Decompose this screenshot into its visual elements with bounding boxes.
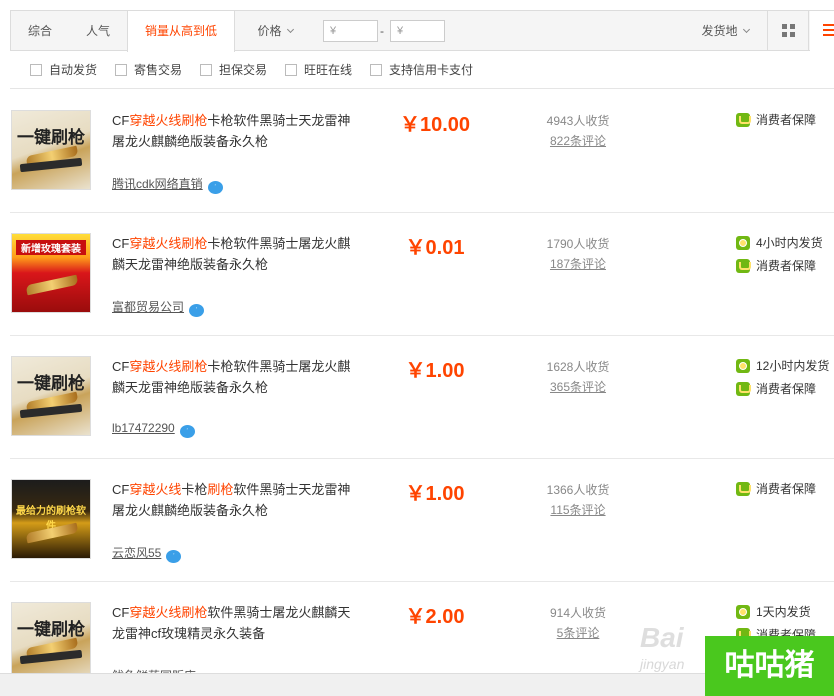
sales-count: 1628人收货 bbox=[546, 360, 610, 374]
price-max-input[interactable]: ¥ bbox=[390, 20, 445, 42]
filter-label: 寄售交易 bbox=[134, 63, 183, 77]
service-badges: 消费者保障 bbox=[736, 112, 816, 135]
shield-icon bbox=[736, 381, 751, 396]
watermark-logo: 咕咕猪 bbox=[705, 636, 834, 696]
tab-price-label: 价格 bbox=[257, 24, 282, 38]
product-price: ￥2.00 bbox=[405, 606, 465, 628]
product-title[interactable]: CF穿越火线刷枪卡枪软件黑骑士屠龙火麒麟天龙雷神绝版装备永久枪 bbox=[112, 233, 352, 275]
list-item: 最给力的刷枪软件 CF穿越火线卡枪刷枪软件黑骑士天龙雷神屠龙火麒麟绝版装备永久枪… bbox=[10, 459, 834, 582]
filter-label: 支持信用卡支付 bbox=[389, 63, 474, 77]
price-separator: - bbox=[380, 24, 384, 38]
price-min-input[interactable]: ¥ bbox=[323, 20, 378, 42]
reviews-link[interactable]: 115条评论 bbox=[528, 501, 628, 518]
filter-auto-delivery[interactable]: 自动发货 bbox=[30, 51, 97, 89]
list-item: 新增玫瑰套装 CF穿越火线刷枪卡枪软件黑骑士屠龙火麒麟天龙雷神绝版装备永久枪 富… bbox=[10, 213, 834, 336]
checkbox[interactable] bbox=[285, 63, 297, 76]
thumbnail-caption: 一键刷枪 bbox=[17, 374, 85, 393]
list-item: 一键刷枪 CF穿越火线刷枪卡枪软件黑骑士屠龙火麒麟天龙雷神绝版装备永久枪 lb1… bbox=[10, 336, 834, 459]
shop-link[interactable]: lb17472290 ʾ bbox=[112, 421, 195, 438]
checkbox[interactable] bbox=[115, 63, 127, 76]
ship-from-dropdown[interactable]: 发货地 bbox=[683, 11, 768, 51]
product-title[interactable]: CF穿越火线刷枪卡枪软件黑骑士天龙雷神屠龙火麒麟绝版装备永久枪 bbox=[112, 110, 352, 152]
filter-credit-card[interactable]: 支持信用卡支付 bbox=[370, 51, 473, 89]
product-price: ￥10.00 bbox=[399, 114, 471, 136]
reviews-link[interactable]: 5条评论 bbox=[528, 624, 628, 641]
tab-comprehensive[interactable]: 综合 bbox=[11, 11, 69, 51]
clock-icon bbox=[736, 604, 750, 619]
shop-link[interactable]: 腾讯cdk网络直销 ʾ bbox=[112, 175, 223, 194]
filter-escrow[interactable]: 担保交易 bbox=[200, 51, 267, 89]
ship-from-label: 发货地 bbox=[701, 24, 738, 38]
thumbnail-caption: 一键刷枪 bbox=[17, 128, 85, 147]
service-badges: 12小时内发货 消费者保障 bbox=[736, 358, 829, 404]
service-badges: 消费者保障 bbox=[736, 481, 816, 504]
checkbox[interactable] bbox=[30, 63, 42, 76]
filter-label: 自动发货 bbox=[49, 63, 98, 77]
thumbnail-caption: 新增玫瑰套装 bbox=[16, 240, 86, 255]
sales-count: 4943人收货 bbox=[546, 114, 610, 128]
reviews-link[interactable]: 187条评论 bbox=[528, 255, 628, 272]
wangwang-chat-icon[interactable]: ʾ bbox=[179, 425, 195, 438]
wangwang-chat-icon[interactable]: ʾ bbox=[189, 304, 205, 317]
filter-bar: 自动发货 寄售交易 担保交易 旺旺在线 支持信用卡支付 bbox=[10, 51, 834, 89]
product-title[interactable]: CF穿越火线卡枪刷枪软件黑骑士天龙雷神屠龙火麒麟绝版装备永久枪 bbox=[112, 479, 352, 521]
shield-icon bbox=[736, 112, 751, 127]
chevron-down-icon bbox=[286, 25, 294, 34]
product-thumbnail[interactable]: 一键刷枪 bbox=[11, 602, 91, 682]
checkbox[interactable] bbox=[370, 63, 382, 76]
sales-count: 1790人收货 bbox=[546, 237, 610, 251]
wangwang-chat-icon[interactable]: ʾ bbox=[166, 550, 182, 563]
badge-delivery-time[interactable]: 1天内发货 bbox=[736, 604, 816, 625]
product-thumbnail[interactable]: 最给力的刷枪软件 bbox=[11, 479, 91, 559]
filter-label: 担保交易 bbox=[219, 63, 268, 77]
reviews-link[interactable]: 822条评论 bbox=[528, 132, 628, 149]
service-badges: 4小时内发货 消费者保障 bbox=[736, 235, 823, 281]
product-thumbnail[interactable]: 新增玫瑰套装 bbox=[11, 233, 91, 313]
grid-view-button[interactable] bbox=[769, 11, 809, 51]
badge-consumer-guarantee[interactable]: 消费者保障 bbox=[736, 381, 829, 402]
badge-delivery-time[interactable]: 12小时内发货 bbox=[736, 358, 829, 379]
product-price: ￥1.00 bbox=[405, 360, 465, 382]
shield-icon bbox=[736, 258, 751, 273]
watermark-baidu: Bai bbox=[640, 622, 684, 653]
filter-label: 旺旺在线 bbox=[304, 63, 353, 77]
tab-popularity[interactable]: 人气 bbox=[69, 11, 127, 51]
shield-icon bbox=[736, 481, 751, 496]
product-thumbnail[interactable]: 一键刷枪 bbox=[11, 356, 91, 436]
clock-icon bbox=[736, 235, 750, 250]
tab-price[interactable]: 价格 bbox=[235, 11, 315, 51]
list-item: 一键刷枪 CF穿越火线刷枪卡枪软件黑骑士天龙雷神屠龙火麒麟绝版装备永久枪 腾讯c… bbox=[10, 90, 834, 213]
list-view-button[interactable] bbox=[810, 11, 834, 51]
shop-link[interactable]: 云恋风55 ʾ bbox=[112, 544, 182, 563]
sort-bar: 综合 人气 销量从高到低 价格 ¥ - ¥ 发货地 bbox=[10, 10, 834, 52]
tab-sales-desc[interactable]: 销量从高到低 bbox=[127, 11, 235, 52]
reviews-link[interactable]: 365条评论 bbox=[528, 378, 628, 395]
product-thumbnail[interactable]: 一键刷枪 bbox=[11, 110, 91, 190]
product-title[interactable]: CF穿越火线刷枪软件黑骑士屠龙火麒麟天龙雷神cf玫瑰精灵永久装备 bbox=[112, 602, 352, 644]
badge-consumer-guarantee[interactable]: 消费者保障 bbox=[736, 258, 823, 279]
filter-consignment[interactable]: 寄售交易 bbox=[115, 51, 182, 89]
badge-consumer-guarantee[interactable]: 消费者保障 bbox=[736, 481, 816, 502]
product-price: ￥1.00 bbox=[405, 483, 465, 505]
wangwang-chat-icon[interactable]: ʾ bbox=[207, 181, 223, 194]
filter-online[interactable]: 旺旺在线 bbox=[285, 51, 352, 89]
badge-delivery-time[interactable]: 4小时内发货 bbox=[736, 235, 823, 256]
sales-count: 914人收货 bbox=[549, 606, 607, 620]
product-title[interactable]: CF穿越火线刷枪卡枪软件黑骑士屠龙火麒麟天龙雷神绝版装备永久枪 bbox=[112, 356, 352, 398]
product-price: ￥0.01 bbox=[405, 237, 465, 259]
shop-link[interactable]: 富都贸易公司 ʾ bbox=[112, 298, 205, 317]
sales-count: 1366人收货 bbox=[546, 483, 610, 497]
watermark-jingyan: jingyan bbox=[640, 656, 685, 672]
checkbox[interactable] bbox=[200, 63, 212, 76]
clock-icon bbox=[736, 358, 750, 373]
chevron-down-icon bbox=[742, 25, 750, 34]
thumbnail-caption: 一键刷枪 bbox=[17, 620, 85, 639]
badge-consumer-guarantee[interactable]: 消费者保障 bbox=[736, 112, 816, 133]
